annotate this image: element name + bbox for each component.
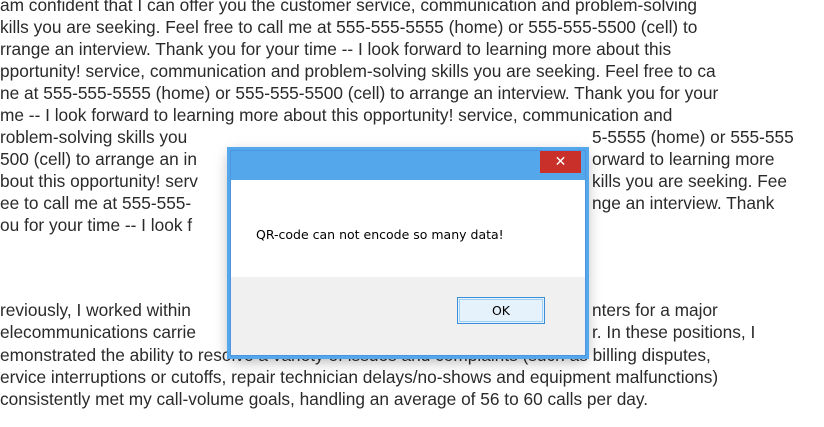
text-line: rrange an interview. Thank you for your … xyxy=(0,39,672,59)
text-line: ervice interruptions or cutoffs, repair … xyxy=(0,367,719,387)
dialog-body: QR-code can not encode so many data! xyxy=(231,180,585,277)
text-line: consistently met my call-volume goals, h… xyxy=(0,389,649,409)
text-fragment: orward to learning more xyxy=(592,149,775,169)
page: am confident that I can offer you the cu… xyxy=(0,0,824,427)
dialog-titlebar[interactable]: ✕ xyxy=(231,151,585,180)
text-line: kills you are seeking. Feel free to call… xyxy=(0,17,698,37)
text-fragment: 5-5555 (home) or 555-555 xyxy=(592,127,794,147)
dialog-message: QR-code can not encode so many data! xyxy=(256,227,504,242)
dialog-footer: OK xyxy=(231,277,585,355)
message-dialog: ✕ QR-code can not encode so many data! O… xyxy=(230,150,586,356)
text-line: am confident that I can offer you the cu… xyxy=(0,0,698,15)
ok-button[interactable]: OK xyxy=(457,297,545,324)
text-fragment: nge an interview. Thank xyxy=(592,193,775,213)
text-line: pportunity! service, communication and p… xyxy=(0,61,716,81)
text-line: me -- I look forward to learning more ab… xyxy=(0,105,673,125)
close-icon: ✕ xyxy=(554,154,567,170)
text-fragment: r. In these positions, I xyxy=(592,322,756,342)
close-button[interactable]: ✕ xyxy=(540,151,581,173)
text-line: ne at 555-555-5555 (home) or 555-555-550… xyxy=(0,83,719,103)
text-fragment: kills you are seeking. Fee xyxy=(592,171,787,191)
text-fragment: nters for a major xyxy=(592,300,718,320)
